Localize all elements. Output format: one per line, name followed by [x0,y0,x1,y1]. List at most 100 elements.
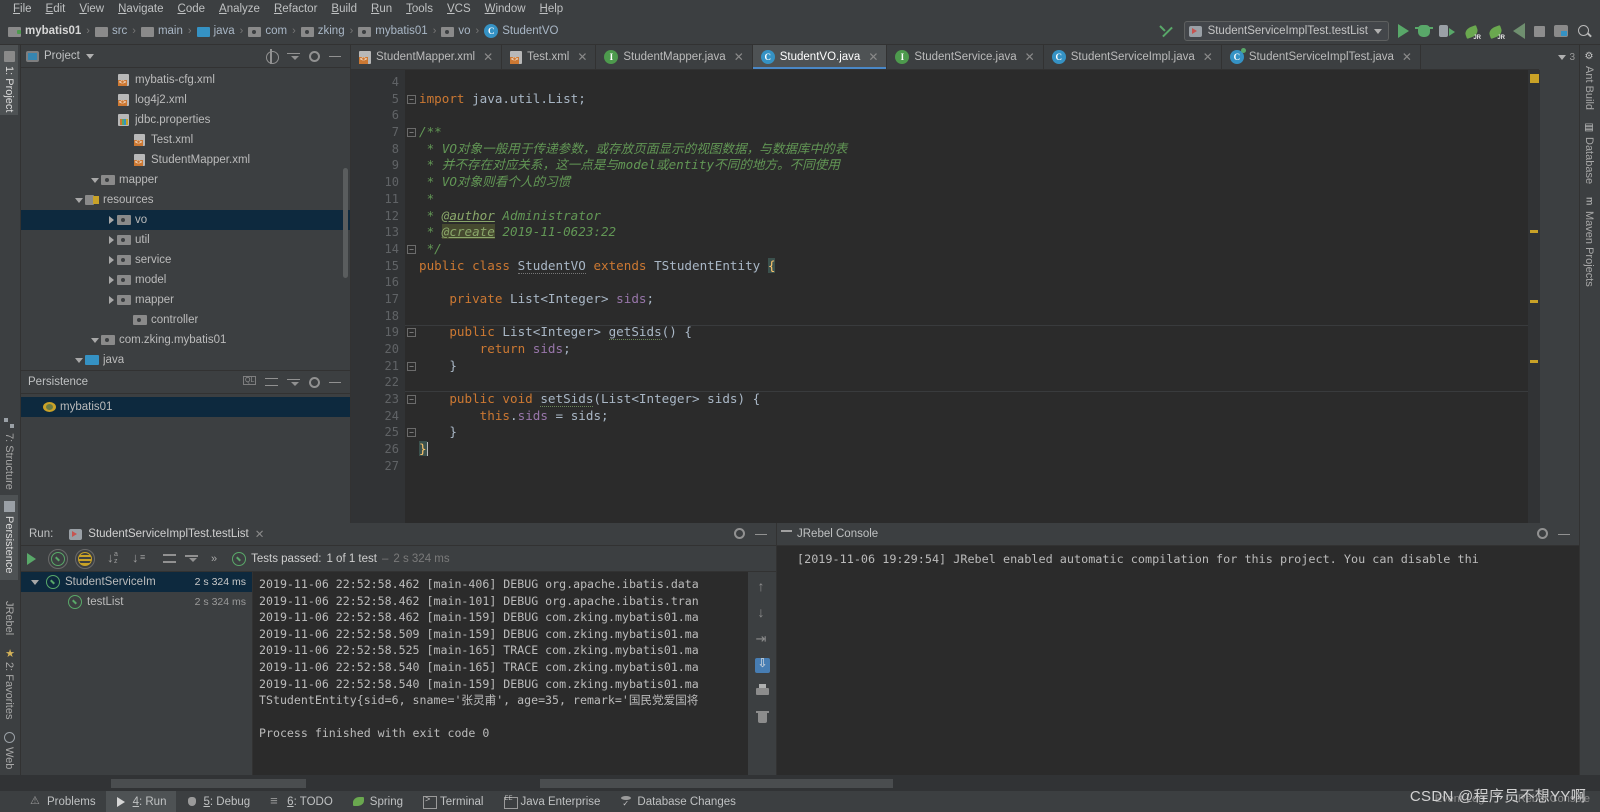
sort-alphabetically-icon[interactable] [107,550,123,567]
status-bar-item-databasechanges[interactable]: Database Changes [610,791,745,812]
breadcrumb-item-com[interactable]: com [248,25,287,37]
editor-tab-studentmapper-java[interactable]: I StudentMapper.java ✕ [596,45,753,69]
tree-node-studentmapper-xml[interactable]: StudentMapper.xml [21,150,350,170]
stop-icon[interactable] [1534,25,1545,37]
breadcrumb-item-vo[interactable]: vo [441,25,471,37]
run-console-output[interactable]: 2019-11-06 22:52:58.462 [main-406] DEBUG… [253,572,748,775]
run-with-coverage-icon[interactable] [1439,23,1456,40]
tree-node-resources[interactable]: resources [21,190,350,210]
close-icon[interactable]: ✕ [1025,50,1035,64]
code-line[interactable] [419,274,1540,291]
more-icon[interactable]: » [211,553,217,565]
menu-item-help[interactable]: Help [533,3,571,15]
marker-strip[interactable] [1528,70,1540,523]
editor-tab-studentserviceimpl-java[interactable]: C StudentServiceImpl.java ✕ [1044,45,1222,69]
hide-icon[interactable] [329,50,342,63]
expand-all-icon[interactable] [163,552,176,565]
sort-by-duration-icon[interactable] [132,550,148,567]
menu-item-build[interactable]: Build [324,3,364,15]
code-editor[interactable]: 4 5−6 7−8 9 10 11 12 13 14−15 16 17 18 19−20 21−22 23−… [351,70,1540,523]
code-line[interactable]: private List<Integer> sids; [419,291,1540,308]
jrebel-console-output[interactable]: [2019-11-06 19:29:54] JRebel enabled aut… [777,546,1579,775]
breadcrumb-item-studentvo[interactable]: C StudentVO [484,24,558,38]
code-line[interactable]: } [419,424,1540,441]
project-structure-icon[interactable] [1554,25,1568,37]
run-tab[interactable]: StudentServiceImplTest.testList ✕ [61,523,272,546]
tree-node-vo[interactable]: vo [21,210,350,230]
code-line[interactable]: * @author Administrator [419,208,1540,225]
expand-all-icon[interactable] [265,376,278,389]
breadcrumb-item-mybatis01[interactable]: mybatis01 [358,25,428,37]
close-icon[interactable]: ✕ [868,50,878,64]
sidebar-item-favorites[interactable]: ★ 2: Favorites [0,641,18,725]
tree-node-controller[interactable]: controller [21,310,350,330]
tree-twist-icon[interactable] [105,296,117,304]
menu-item-file[interactable]: File [6,3,39,15]
breadcrumb-item-mybatis01[interactable]: mybatis01 [8,25,81,37]
marker-warning[interactable] [1530,74,1539,83]
tree-twist-icon[interactable] [73,358,85,363]
status-bar-item-run[interactable]: 4: Run [105,791,177,812]
status-bar-item-todo[interactable]: 6: TODO [260,791,343,812]
test-node-studentserviceim[interactable]: StudentServiceIm 2 s 324 ms [21,572,252,592]
code-line[interactable]: public List<Integer> getSids() { [419,324,1540,341]
collapse-all-icon[interactable] [185,552,198,565]
sidebar-item-project[interactable]: 1: Project [0,45,18,115]
tree-node-jdbc-properties[interactable]: jdbc.properties [21,110,350,130]
close-icon[interactable]: ✕ [734,50,744,64]
tree-node-mapper[interactable]: mapper [21,290,350,310]
show-passed-icon[interactable] [48,548,68,569]
menu-item-refactor[interactable]: Refactor [267,3,324,15]
run-configuration-selector[interactable]: StudentServiceImplTest.testList [1183,21,1389,41]
scroll-up-icon[interactable] [755,578,770,595]
editor-tab-overflow[interactable]: 3 [1539,45,1579,70]
code-line[interactable]: this.sids = sids; [419,408,1540,425]
status-bar-item-javaenterprise[interactable]: Java Enterprise [494,791,611,812]
tree-twist-icon[interactable] [73,198,85,203]
code-line[interactable] [419,74,1540,91]
clear-all-icon[interactable] [755,710,770,725]
test-node-testlist[interactable]: testList 2 s 324 ms [21,592,252,612]
debug-icon[interactable] [1415,25,1433,37]
tree-node-test-xml[interactable]: Test.xml [21,130,350,150]
breadcrumb-item-src[interactable]: src [94,25,127,37]
rerun-icon[interactable] [27,552,36,565]
tree-node-mapper[interactable]: mapper [21,170,350,190]
chevron-down-icon[interactable] [85,53,94,59]
code-line[interactable]: import java.util.List; [419,91,1540,108]
tree-twist-icon[interactable] [89,338,101,343]
menu-item-navigate[interactable]: Navigate [111,3,170,15]
code-line[interactable]: */ [419,241,1540,258]
settings-gear-icon[interactable] [309,376,320,388]
editor-tab-studentmapper-xml[interactable]: StudentMapper.xml ✕ [351,45,503,69]
editor-tab-studentvo-java[interactable]: C StudentVO.java ✕ [752,45,888,69]
collapse-all-icon[interactable] [287,50,300,63]
sidebar-item-mavenprojects[interactable]: m Maven Projects [1580,190,1598,293]
print-icon[interactable] [755,684,770,699]
chevron-down-icon[interactable] [1558,55,1567,60]
jrebel-run-icon[interactable] [1465,24,1481,41]
scroll-to-end-icon[interactable] [754,656,770,673]
status-bar-item-terminal[interactable]: Terminal [413,791,493,812]
code-line[interactable]: } [419,441,1540,458]
code-line[interactable]: public class StudentVO extends TStudentE… [419,257,1540,275]
status-bar-item-spring[interactable]: Spring [343,791,413,812]
tree-node-java[interactable]: java [21,350,350,368]
show-ignored-icon[interactable] [75,548,95,569]
code-line[interactable]: * @create 2019-11-0623:22 [419,224,1540,241]
tree-node-model[interactable]: model [21,270,350,290]
tree-node-util[interactable]: util [21,230,350,250]
chevron-down-icon[interactable] [1374,28,1382,34]
code-line[interactable] [419,308,1540,325]
marker-change[interactable] [1530,230,1538,233]
marker-change[interactable] [1530,300,1538,303]
settings-gear-icon[interactable] [734,527,745,539]
tree-twist-icon[interactable] [105,256,117,264]
code-line[interactable] [419,374,1540,391]
test-results-tree[interactable]: StudentServiceIm 2 s 324 ms testList 2 s 32… [21,572,253,775]
editor-tab-test-xml[interactable]: Test.xml ✕ [502,45,597,69]
tree-twist-icon[interactable] [89,178,101,183]
hide-icon[interactable] [1558,528,1571,541]
editor-tabs[interactable]: StudentMapper.xml ✕ Test.xml ✕ I StudentMappe… [351,45,1540,70]
project-tree[interactable]: mybatis-cfg.xml log4j2.xml jdbc.properties… [21,68,350,368]
